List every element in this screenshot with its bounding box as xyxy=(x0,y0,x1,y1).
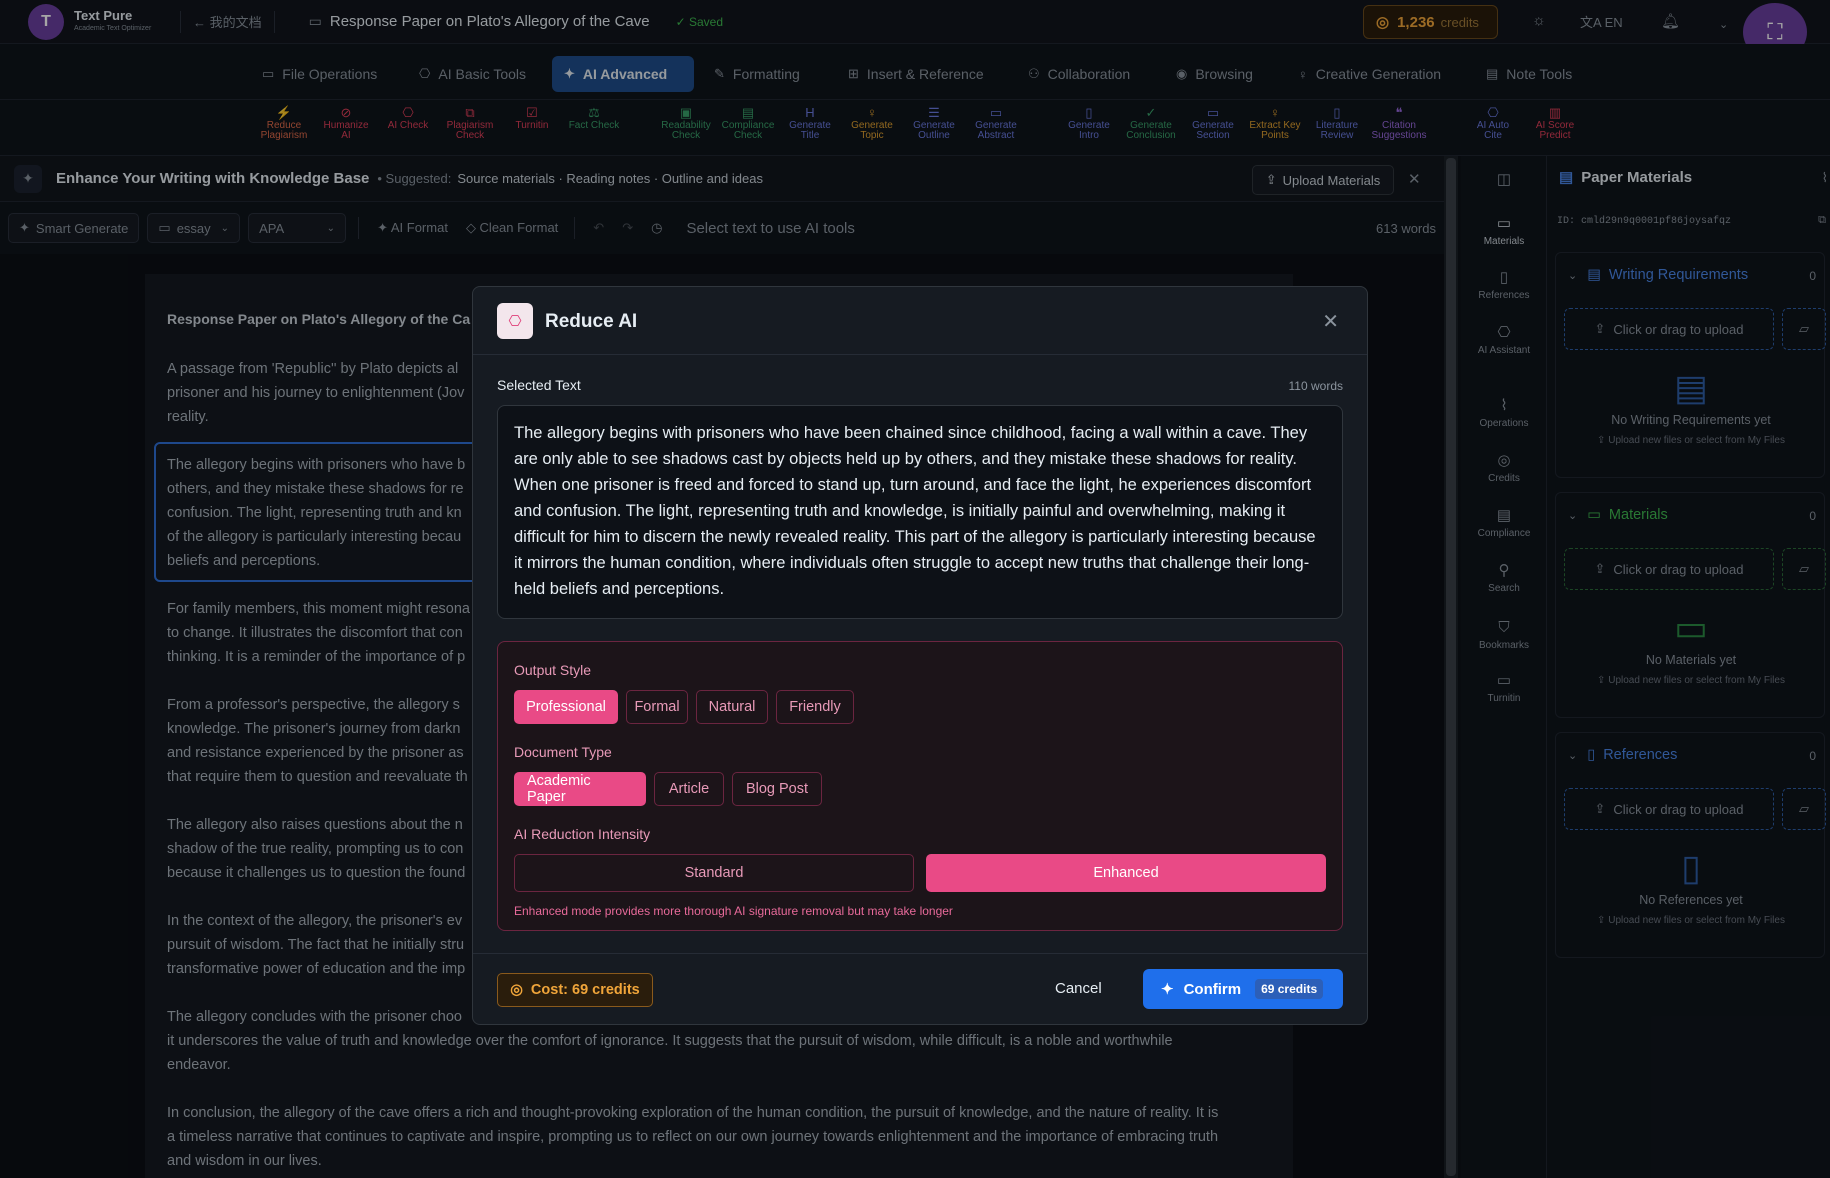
dialog-title: Reduce AI xyxy=(545,311,638,332)
sparkle-icon: ✦ xyxy=(1161,981,1174,998)
cost-text: Cost: 69 credits xyxy=(530,982,640,998)
coins-icon: ◎ xyxy=(510,982,523,998)
confirm-label: Confirm xyxy=(1183,980,1242,998)
confirm-credits-badge: 69 credits xyxy=(1255,979,1324,999)
options-panel: Output Style Professional Formal Natural… xyxy=(497,641,1343,931)
doctype-academic-paper[interactable]: Academic Paper xyxy=(514,772,646,806)
reduce-ai-dialog: ⎔ Reduce AI ✕ Selected Text 110 words Th… xyxy=(472,286,1368,1025)
intensity-label: AI Reduction Intensity xyxy=(514,826,651,842)
selected-text-label: Selected Text xyxy=(497,377,581,393)
selected-text-box[interactable]: The allegory begins with prisoners who h… xyxy=(497,405,1343,619)
intensity-enhanced[interactable]: Enhanced xyxy=(926,854,1326,892)
cost-badge: ◎ Cost: 69 credits xyxy=(497,973,653,1007)
intensity-standard[interactable]: Standard xyxy=(514,854,914,892)
dialog-header: ⎔ Reduce AI ✕ xyxy=(473,287,1367,355)
style-professional[interactable]: Professional xyxy=(514,690,618,724)
confirm-button[interactable]: ✦ Confirm 69 credits xyxy=(1143,969,1343,1009)
style-friendly[interactable]: Friendly xyxy=(776,690,854,724)
close-icon[interactable]: ✕ xyxy=(1322,309,1339,334)
divider xyxy=(473,953,1367,954)
style-formal[interactable]: Formal xyxy=(626,690,688,724)
output-style-label: Output Style xyxy=(514,662,592,678)
style-natural[interactable]: Natural xyxy=(696,690,768,724)
intensity-note: Enhanced mode provides more thorough AI … xyxy=(514,904,953,918)
doc-type-label: Document Type xyxy=(514,744,612,760)
robot-icon: ⎔ xyxy=(497,303,533,339)
selected-word-count: 110 words xyxy=(1288,379,1343,393)
doctype-article[interactable]: Article xyxy=(654,772,724,806)
doctype-blog-post[interactable]: Blog Post xyxy=(732,772,822,806)
cancel-button[interactable]: Cancel xyxy=(1055,980,1102,997)
